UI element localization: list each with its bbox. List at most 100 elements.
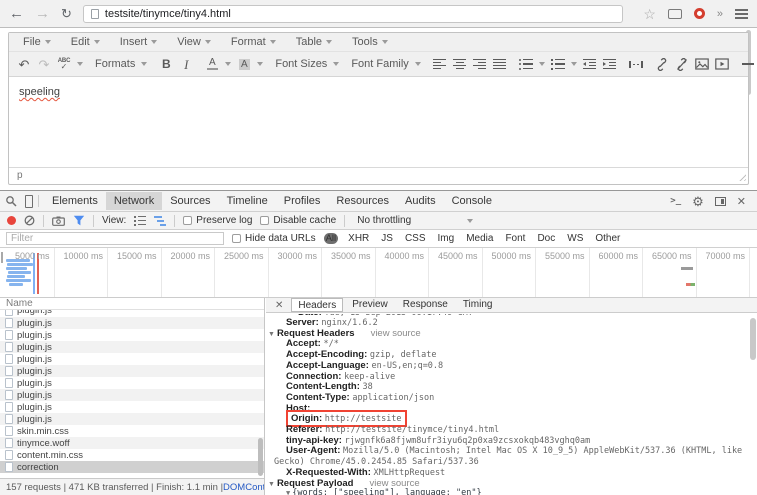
record-network-icon[interactable] — [7, 216, 16, 225]
filter-funnel-icon[interactable] — [73, 215, 85, 226]
italic-button[interactable]: I — [179, 55, 193, 73]
checkbox-icon[interactable] — [232, 234, 241, 243]
clear-network-icon[interactable] — [24, 215, 35, 226]
details-tab[interactable]: Timing — [457, 298, 499, 312]
devtools-tab[interactable]: Elements — [44, 192, 106, 210]
devtools-tab[interactable]: Sources — [162, 192, 218, 210]
disclosure-triangle-icon[interactable]: ▼ — [268, 481, 275, 488]
numbered-list-caret-icon[interactable] — [571, 62, 577, 66]
devtools-tab[interactable]: Console — [444, 192, 500, 210]
insert-link-button[interactable] — [655, 55, 669, 73]
outdent-button[interactable] — [583, 55, 597, 73]
editor-menu-item[interactable]: Table — [286, 33, 342, 51]
view-list-icon[interactable] — [134, 216, 146, 226]
request-row[interactable]: plugin.js — [0, 389, 264, 401]
request-row[interactable]: skin.min.css — [0, 425, 264, 437]
devtools-tab[interactable]: Profiles — [276, 192, 329, 210]
request-row[interactable]: plugin.js — [0, 377, 264, 389]
url-text[interactable]: testsite/tinymce/tiny4.html — [105, 8, 231, 20]
payload-preview-line[interactable]: ▼{words: ["speeling"], language: "en"} — [266, 489, 748, 495]
address-bar[interactable]: testsite/tinymce/tiny4.html — [83, 5, 623, 23]
gear-icon[interactable]: ⚙ — [692, 195, 704, 208]
resource-type-filter[interactable]: Img — [436, 233, 457, 244]
indent-button[interactable] — [603, 55, 617, 73]
bold-button[interactable]: B — [159, 55, 173, 73]
details-tab[interactable]: Preview — [346, 298, 394, 312]
formats-caret-icon[interactable] — [141, 62, 147, 66]
editor-menu-item[interactable]: View — [167, 33, 221, 51]
text-color-caret-icon[interactable] — [225, 62, 231, 66]
throttling-dropdown[interactable]: No throttling — [353, 215, 477, 226]
font-sizes-caret-icon[interactable] — [333, 62, 339, 66]
devtools-tab[interactable]: Resources — [328, 192, 397, 210]
editor-content-area[interactable]: speeling — [9, 77, 748, 167]
align-left-button[interactable] — [433, 55, 447, 73]
misspelled-word[interactable]: speeling — [19, 86, 60, 98]
domcontentloaded-stat[interactable]: DOMContentLo... — [223, 482, 264, 493]
request-row[interactable]: correction — [0, 461, 264, 473]
horizontal-rule-button[interactable] — [741, 55, 755, 73]
page-break-button[interactable] — [629, 55, 643, 73]
request-row[interactable]: plugin.js — [0, 353, 264, 365]
numbered-list-button[interactable] — [551, 55, 565, 73]
request-row[interactable]: plugin.js — [0, 341, 264, 353]
formats-dropdown[interactable]: Formats — [95, 58, 135, 70]
editor-menu-item[interactable]: Edit — [61, 33, 110, 51]
close-details-icon[interactable]: ✕ — [270, 300, 288, 311]
bookmark-star-icon[interactable]: ☆ — [643, 7, 656, 21]
timeline-overview[interactable]: 5000 ms10000 ms15000 ms20000 ms25000 ms3… — [0, 248, 757, 298]
devtools-tab[interactable]: Network — [106, 192, 162, 210]
resource-type-filter[interactable]: CSS — [403, 233, 428, 244]
font-family-caret-icon[interactable] — [415, 62, 421, 66]
request-row[interactable]: plugin.js — [0, 413, 264, 425]
resource-type-filter[interactable]: All — [324, 233, 339, 244]
editor-menu-item[interactable]: Insert — [110, 33, 168, 51]
preserve-log-checkbox[interactable]: Preserve log — [183, 215, 252, 226]
align-right-button[interactable] — [473, 55, 487, 73]
devtools-tab[interactable]: Timeline — [219, 192, 276, 210]
details-tab[interactable]: Response — [397, 298, 454, 312]
disclosure-triangle-icon[interactable]: ▼ — [268, 331, 275, 338]
inspect-element-icon[interactable] — [5, 195, 17, 207]
editor-menu-item[interactable]: Tools — [342, 33, 398, 51]
insert-media-button[interactable] — [715, 55, 729, 73]
resource-type-filter[interactable]: WS — [565, 233, 585, 244]
request-row[interactable]: plugin.js — [0, 329, 264, 341]
reload-icon[interactable]: ↻ — [61, 6, 72, 22]
resource-type-filter[interactable]: Other — [593, 233, 622, 244]
request-row[interactable]: tinymce.woff — [0, 437, 264, 449]
spellcheck-button[interactable]: ABC✓ — [57, 55, 71, 73]
devtools-tab[interactable]: Audits — [397, 192, 444, 210]
resize-grip-icon[interactable] — [737, 172, 746, 181]
request-list-scrollbar-thumb[interactable] — [258, 438, 263, 476]
spellcheck-caret-icon[interactable] — [77, 62, 83, 66]
checkbox-icon[interactable] — [260, 216, 269, 225]
text-color-button[interactable]: A — [205, 55, 219, 73]
resource-type-filter[interactable]: XHR — [346, 233, 371, 244]
forward-icon[interactable]: → — [35, 6, 50, 21]
details-scrollbar-thumb[interactable] — [750, 318, 756, 360]
checkbox-icon[interactable] — [183, 216, 192, 225]
remove-link-button[interactable] — [675, 55, 689, 73]
device-mode-icon[interactable] — [25, 195, 33, 208]
font-family-dropdown[interactable]: Font Family — [351, 58, 408, 70]
request-row[interactable]: plugin.js — [0, 317, 264, 329]
console-drawer-icon[interactable]: >_ — [670, 196, 681, 206]
view-source-link[interactable]: view source — [371, 328, 421, 339]
name-column-header[interactable]: Name — [0, 298, 264, 310]
view-waterfall-icon[interactable] — [154, 216, 166, 226]
request-row[interactable]: plugin.js — [0, 310, 264, 317]
dock-side-icon[interactable] — [715, 197, 726, 206]
screenshot-camera-icon[interactable] — [52, 216, 65, 226]
details-tab[interactable]: Headers — [291, 298, 343, 312]
overflow-extensions-icon[interactable]: » — [717, 8, 723, 20]
view-source-link[interactable]: view source — [370, 478, 420, 489]
hide-data-urls-checkbox[interactable]: Hide data URLs — [232, 233, 316, 244]
resource-type-filter[interactable]: Doc — [535, 233, 557, 244]
cast-icon[interactable] — [668, 9, 682, 19]
redo-button[interactable]: ↷ — [37, 55, 51, 73]
request-row[interactable]: plugin.js — [0, 365, 264, 377]
resource-type-filter[interactable]: Media — [464, 233, 495, 244]
bullet-list-caret-icon[interactable] — [539, 62, 545, 66]
disable-cache-checkbox[interactable]: Disable cache — [260, 215, 336, 226]
